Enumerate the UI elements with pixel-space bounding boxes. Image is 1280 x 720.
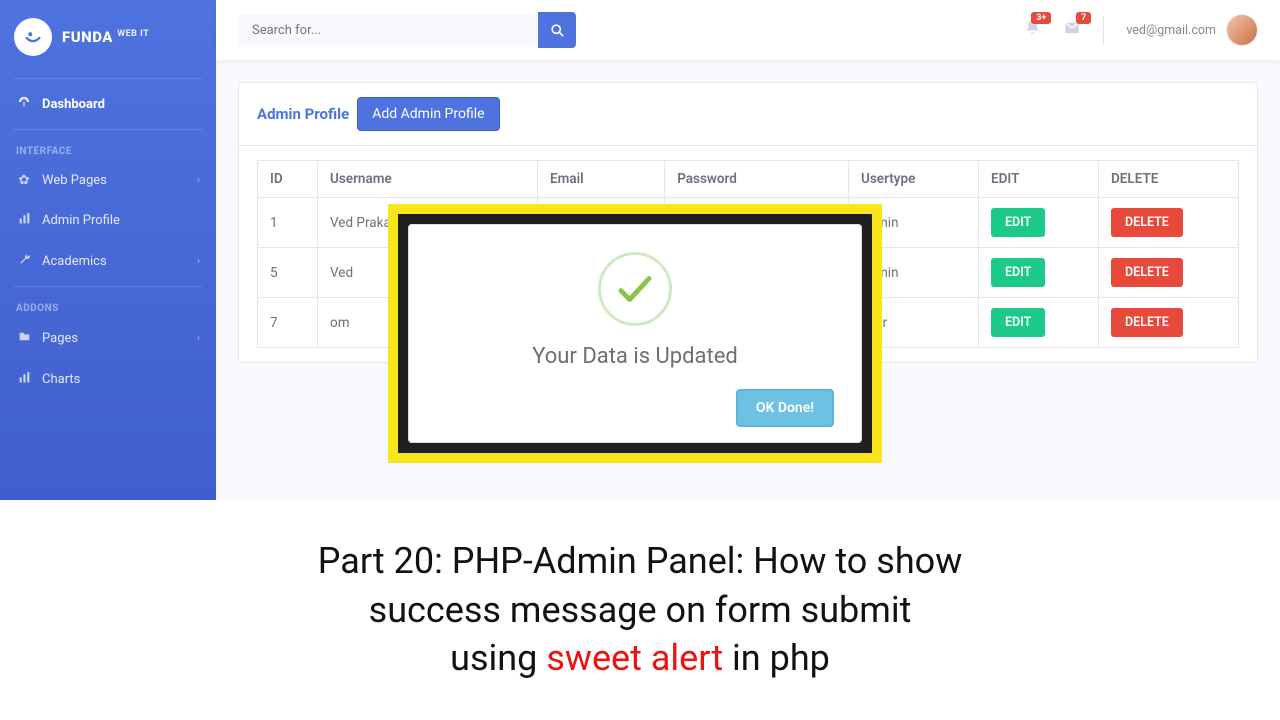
sidebar-heading-addons: ADDONS bbox=[0, 291, 216, 318]
card-title: Admin Profile bbox=[257, 105, 349, 123]
chart-icon bbox=[16, 371, 32, 388]
folder-icon bbox=[16, 330, 32, 347]
messages-badge: 7 bbox=[1076, 12, 1091, 24]
col-username: Username bbox=[318, 161, 538, 198]
chart-icon bbox=[16, 212, 32, 229]
ok-done-button[interactable]: OK Done! bbox=[736, 389, 834, 427]
sidebar-item-label: Dashboard bbox=[42, 97, 105, 112]
edit-button[interactable]: EDIT bbox=[991, 308, 1045, 337]
notifications-badge: 3+ bbox=[1031, 12, 1051, 24]
user-label: ved@gmail.com bbox=[1126, 23, 1216, 38]
search-icon bbox=[550, 23, 565, 38]
col-usertype: Usertype bbox=[849, 161, 979, 198]
col-edit: EDIT bbox=[979, 161, 1099, 198]
messages-button[interactable]: 7 bbox=[1063, 19, 1081, 42]
cell-id: 1 bbox=[258, 198, 318, 248]
search-input[interactable] bbox=[238, 14, 538, 47]
divider bbox=[14, 78, 202, 79]
sidebar-item-pages[interactable]: Pages › bbox=[0, 318, 216, 359]
delete-button[interactable]: DELETE bbox=[1111, 258, 1183, 287]
divider bbox=[14, 129, 202, 130]
cell-id: 5 bbox=[258, 248, 318, 298]
dashboard-icon bbox=[16, 95, 32, 113]
sidebar-item-charts[interactable]: Charts bbox=[0, 359, 216, 400]
sidebar-item-web-pages[interactable]: ✿ Web Pages › bbox=[0, 161, 216, 200]
col-password: Password bbox=[665, 161, 849, 198]
delete-button[interactable]: DELETE bbox=[1111, 308, 1183, 337]
sidebar-item-label: Pages bbox=[42, 331, 78, 346]
sidebar-item-label: Academics bbox=[42, 254, 107, 269]
wrench-icon bbox=[16, 253, 32, 270]
card-header: Admin Profile Add Admin Profile bbox=[239, 83, 1257, 146]
sidebar-heading-interface: INTERFACE bbox=[0, 134, 216, 161]
sidebar-item-academics[interactable]: Academics › bbox=[0, 241, 216, 282]
brand-logo-icon bbox=[14, 18, 52, 56]
delete-button[interactable]: DELETE bbox=[1111, 208, 1183, 237]
avatar bbox=[1226, 14, 1258, 46]
user-menu[interactable]: ved@gmail.com bbox=[1126, 14, 1258, 46]
search-button[interactable] bbox=[538, 12, 576, 48]
edit-button[interactable]: EDIT bbox=[991, 208, 1045, 237]
divider bbox=[1103, 15, 1104, 45]
gear-icon: ✿ bbox=[16, 173, 32, 188]
topbar: 3+ 7 ved@gmail.com bbox=[216, 0, 1280, 60]
col-delete: DELETE bbox=[1099, 161, 1239, 198]
sidebar-item-dashboard[interactable]: Dashboard bbox=[0, 83, 216, 125]
search bbox=[238, 12, 576, 48]
sweet-alert-modal: Your Data is Updated OK Done! bbox=[388, 204, 882, 463]
chevron-right-icon: › bbox=[197, 175, 200, 186]
modal-title: Your Data is Updated bbox=[432, 344, 838, 369]
notifications-button[interactable]: 3+ bbox=[1024, 19, 1041, 41]
sidebar-item-label: Web Pages bbox=[42, 173, 107, 188]
divider bbox=[14, 286, 202, 287]
chevron-right-icon: › bbox=[197, 256, 200, 267]
col-email: Email bbox=[538, 161, 665, 198]
brand[interactable]: FUNDA WEB IT bbox=[0, 0, 216, 74]
sidebar-item-label: Admin Profile bbox=[42, 213, 120, 228]
add-admin-profile-button[interactable]: Add Admin Profile bbox=[357, 97, 499, 131]
chevron-right-icon: › bbox=[197, 333, 200, 344]
cell-id: 7 bbox=[258, 298, 318, 348]
edit-button[interactable]: EDIT bbox=[991, 258, 1045, 287]
col-id: ID bbox=[258, 161, 318, 198]
sidebar-item-label: Charts bbox=[42, 372, 80, 387]
tutorial-caption: Part 20: PHP-Admin Panel: How to show su… bbox=[0, 500, 1280, 720]
success-icon bbox=[598, 252, 672, 326]
brand-name: FUNDA WEB IT bbox=[62, 28, 149, 46]
sidebar-item-admin-profile[interactable]: Admin Profile bbox=[0, 200, 216, 241]
